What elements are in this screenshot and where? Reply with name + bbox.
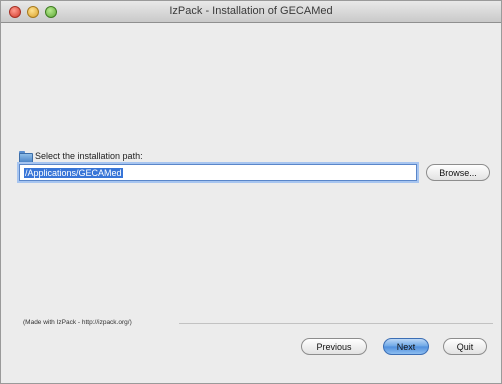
path-label: Select the installation path: bbox=[35, 151, 143, 161]
installation-path-value: /Applications/GECAMed bbox=[24, 167, 123, 178]
installer-window: IzPack - Installation of GECAMed Select … bbox=[0, 0, 502, 384]
next-button[interactable]: Next bbox=[383, 338, 429, 355]
footer-separator bbox=[179, 323, 493, 324]
folder-icon bbox=[19, 151, 33, 163]
installation-path-input[interactable]: /Applications/GECAMed bbox=[19, 164, 417, 181]
path-label-row: Select the installation path: bbox=[19, 149, 143, 163]
previous-button[interactable]: Previous bbox=[301, 338, 367, 355]
made-with-label: (Made with IzPack - http://izpack.org/) bbox=[23, 319, 132, 326]
browse-button[interactable]: Browse... bbox=[426, 164, 490, 181]
window-title: IzPack - Installation of GECAMed bbox=[169, 5, 333, 17]
title-bar[interactable]: IzPack - Installation of GECAMed bbox=[1, 1, 501, 23]
content-panel bbox=[1, 24, 501, 383]
quit-button[interactable]: Quit bbox=[443, 338, 487, 355]
